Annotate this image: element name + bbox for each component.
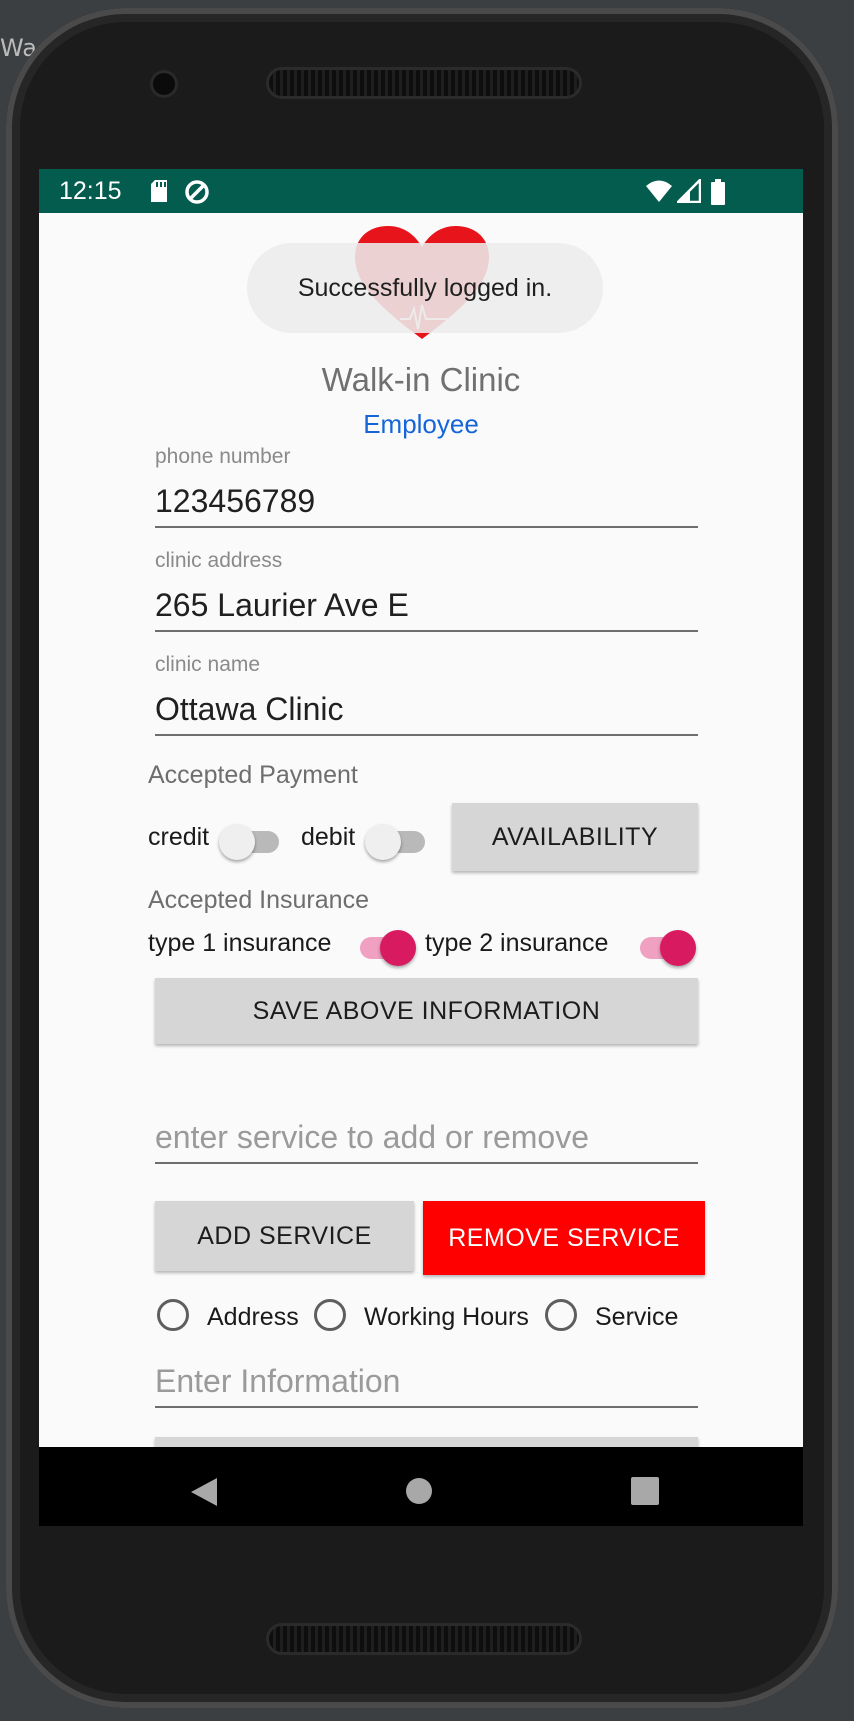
- front-camera-icon: [153, 73, 175, 95]
- add-service-button[interactable]: ADD SERVICE: [155, 1201, 414, 1271]
- app-content: Successfully logged in. Walk-in Clinic E…: [39, 213, 803, 1477]
- type2-insurance-switch[interactable]: [634, 925, 696, 969]
- accepted-payment-heading: Accepted Payment: [148, 761, 358, 789]
- type1-insurance-switch[interactable]: [354, 925, 416, 969]
- availability-button[interactable]: AVAILABILITY: [452, 803, 698, 871]
- credit-switch-thumb: [219, 824, 255, 860]
- service-radio-label: Service: [595, 1303, 679, 1331]
- phone-number-field[interactable]: 123456789: [155, 483, 698, 528]
- top-speaker-grille: [269, 70, 579, 96]
- working-hours-radio-label: Working Hours: [364, 1303, 529, 1331]
- service-input[interactable]: enter service to add or remove: [155, 1119, 698, 1164]
- debit-label: debit: [301, 823, 356, 851]
- clinic-address-field[interactable]: 265 Laurier Ave E: [155, 587, 698, 632]
- save-information-button[interactable]: SAVE ABOVE INFORMATION: [155, 978, 698, 1044]
- phone-number-label: phone number: [155, 445, 291, 468]
- login-toast: Successfully logged in.: [247, 243, 603, 333]
- recents-icon[interactable]: [631, 1477, 659, 1505]
- type2-insurance-label: type 2 insurance: [425, 929, 609, 957]
- status-clock: 12:15: [59, 177, 122, 205]
- credit-switch[interactable]: [219, 819, 279, 863]
- status-bar: 12:15: [39, 169, 803, 213]
- clinic-name-field[interactable]: Ottawa Clinic: [155, 691, 698, 736]
- remove-service-button[interactable]: REMOVE SERVICE: [423, 1201, 705, 1275]
- bottom-speaker-grille: [269, 1626, 579, 1652]
- home-icon[interactable]: [405, 1477, 433, 1505]
- phone-frame: 12:15 Successfully logged in. Walk-in Cl…: [6, 8, 838, 1708]
- debit-switch-thumb: [365, 824, 401, 860]
- back-icon[interactable]: [189, 1476, 219, 1508]
- type2-switch-thumb: [660, 930, 696, 966]
- cell-signal-icon: [677, 179, 701, 203]
- working-hours-radio[interactable]: [314, 1299, 346, 1331]
- address-radio[interactable]: [157, 1299, 189, 1331]
- address-radio-label: Address: [207, 1303, 299, 1331]
- service-radio[interactable]: [545, 1299, 577, 1331]
- accepted-insurance-heading: Accepted Insurance: [148, 886, 369, 914]
- information-input[interactable]: Enter Information: [155, 1363, 698, 1408]
- credit-label: credit: [148, 823, 210, 851]
- battery-icon: [711, 179, 725, 205]
- data-saver-icon: [185, 180, 209, 204]
- clinic-name-label: clinic name: [155, 653, 261, 676]
- device-screen: 12:15 Successfully logged in. Walk-in Cl…: [39, 169, 803, 1526]
- debit-switch[interactable]: [365, 819, 425, 863]
- wifi-icon: [646, 180, 672, 202]
- type1-insurance-label: type 1 insurance: [148, 929, 332, 957]
- clinic-address-label: clinic address: [155, 549, 283, 572]
- role-label: Employee: [363, 409, 479, 439]
- navigation-bar: [39, 1447, 803, 1526]
- sd-card-icon: [151, 180, 167, 202]
- type1-switch-thumb: [380, 930, 416, 966]
- app-title: Walk-in Clinic: [321, 361, 521, 398]
